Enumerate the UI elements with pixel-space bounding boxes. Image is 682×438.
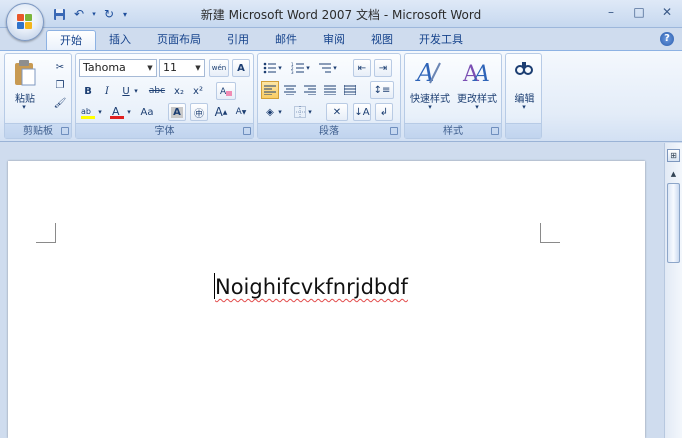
text-highlight-icon[interactable]: ab — [79, 103, 97, 121]
minimize-button[interactable]: – — [600, 2, 622, 22]
sort-icon[interactable]: ↓A — [353, 103, 371, 121]
tab-page-layout[interactable]: 页面布局 — [144, 30, 214, 50]
styles-group-label: 样式 — [405, 123, 501, 138]
tab-view[interactable]: 视图 — [358, 30, 406, 50]
svg-text:A: A — [472, 62, 490, 87]
copy-icon[interactable]: ❐ — [51, 76, 69, 94]
borders-dropdown-icon[interactable]: ▾ — [306, 103, 314, 121]
multilevel-dropdown-icon[interactable]: ▾ — [331, 59, 339, 77]
maximize-button[interactable]: □ — [628, 2, 650, 22]
styles-launcher-icon[interactable] — [491, 127, 499, 135]
scrollbar-thumb[interactable] — [667, 183, 680, 263]
chinese-layout-icon[interactable]: ✕ — [326, 103, 348, 121]
phonetic-guide-button[interactable]: wén — [209, 59, 229, 77]
bullets-dropdown-icon[interactable]: ▾ — [276, 59, 284, 77]
increase-indent-icon[interactable]: ⇥ — [374, 59, 392, 77]
svg-text:A: A — [415, 59, 434, 87]
subscript-button[interactable]: x₂ — [170, 82, 188, 100]
superscript-button[interactable]: x² — [189, 82, 207, 100]
svg-text:3: 3 — [291, 70, 294, 74]
crop-mark-left — [36, 223, 56, 243]
styles-group: A 快速样式 ▾ AA 更改样式 ▾ 样式 — [404, 53, 502, 139]
distributed-icon[interactable] — [341, 81, 359, 99]
font-size-value: 11 — [163, 61, 177, 74]
font-name-combo[interactable]: Tahoma ▼ — [79, 59, 157, 77]
show-formatting-icon[interactable]: ↲ — [375, 103, 393, 121]
font-group: Tahoma ▼ 11 ▼ wén A B I U ▾ abc x₂ x² A … — [75, 53, 254, 139]
format-painter-icon[interactable]: 🖌 — [51, 94, 69, 112]
shading-dropdown-icon[interactable]: ▾ — [276, 103, 284, 121]
paragraph-launcher-icon[interactable] — [390, 127, 398, 135]
font-name-value: Tahoma — [83, 61, 126, 74]
font-color-dropdown-icon[interactable]: ▾ — [125, 103, 133, 121]
window-controls: – □ ✕ — [600, 2, 678, 22]
character-shading-icon[interactable]: A — [168, 103, 186, 121]
clipboard-launcher-icon[interactable] — [61, 127, 69, 135]
title-bar: ↶ ▾ ↻ ▾ 新建 Microsoft Word 2007 文档 - Micr… — [0, 0, 682, 28]
tab-insert[interactable]: 插入 — [96, 30, 144, 50]
paragraph-group: ▾ 123 ▾ ▾ ⇤ ⇥ ↕≡ ◈ ▾ ▾ ✕ ↓A ↲ 段落 — [257, 53, 401, 139]
shrink-font-button[interactable]: A ▼ — [232, 103, 250, 121]
justify-icon[interactable] — [321, 81, 339, 99]
paragraph-group-label: 段落 — [258, 123, 400, 138]
quick-styles-dropdown-icon[interactable]: ▾ — [425, 103, 435, 111]
cut-icon[interactable]: ✂ — [51, 58, 69, 76]
clipboard-group: 粘贴 ▾ ✂ ❐ 🖌 剪贴板 — [4, 53, 72, 139]
change-case-button[interactable]: Aa — [136, 103, 158, 121]
bold-button[interactable]: B — [79, 82, 97, 100]
italic-button[interactable]: I — [98, 82, 116, 100]
ribbon-tabs-row: 开始 插入 页面布局 引用 邮件 审阅 视图 开发工具 ? — [0, 28, 682, 50]
document-page[interactable]: Noighifcvkfnrjdbdf — [8, 161, 645, 438]
svg-text:A: A — [220, 87, 227, 97]
font-color-icon[interactable]: A — [108, 103, 126, 121]
close-button[interactable]: ✕ — [656, 2, 678, 22]
align-center-icon[interactable] — [281, 81, 299, 99]
office-button[interactable] — [6, 3, 44, 41]
change-styles-dropdown-icon[interactable]: ▾ — [472, 103, 482, 111]
tab-mailings[interactable]: 邮件 — [262, 30, 310, 50]
editing-dropdown-icon[interactable]: ▾ — [519, 103, 529, 111]
strikethrough-button[interactable]: abc — [146, 82, 168, 100]
decrease-indent-icon[interactable]: ⇤ — [353, 59, 371, 77]
ribbon: 粘贴 ▾ ✂ ❐ 🖌 剪贴板 Tahoma ▼ 11 ▼ wén A B I U… — [0, 50, 682, 142]
help-icon[interactable]: ? — [660, 32, 674, 46]
align-right-icon[interactable] — [301, 81, 319, 99]
svg-text:ab: ab — [81, 107, 91, 116]
grow-font-button[interactable]: A ▲ — [212, 103, 230, 121]
tab-developer[interactable]: 开发工具 — [406, 30, 476, 50]
tab-review[interactable]: 审阅 — [310, 30, 358, 50]
paste-button[interactable] — [11, 58, 39, 88]
numbering-dropdown-icon[interactable]: ▾ — [304, 59, 312, 77]
window-title: 新建 Microsoft Word 2007 文档 - Microsoft Wo… — [200, 8, 482, 22]
view-ruler-icon[interactable]: ⊞ — [667, 149, 680, 162]
office-logo-icon — [17, 14, 33, 30]
vertical-scrollbar[interactable]: ⊞ ▲ — [664, 143, 682, 438]
crop-mark-right — [540, 223, 560, 243]
align-left-icon[interactable] — [261, 81, 279, 99]
document-workspace: Noighifcvkfnrjdbdf — [0, 143, 682, 438]
document-text[interactable]: Noighifcvkfnrjdbdf — [215, 275, 408, 299]
underline-dropdown-icon[interactable]: ▾ — [131, 82, 141, 100]
clear-formatting-icon[interactable]: A — [216, 82, 236, 100]
highlight-dropdown-icon[interactable]: ▾ — [96, 103, 104, 121]
change-styles-icon[interactable]: AA — [461, 56, 493, 88]
quick-styles-icon[interactable]: A — [413, 56, 445, 88]
line-spacing-icon[interactable]: ↕≡ — [370, 81, 394, 99]
font-size-combo[interactable]: 11 ▼ — [159, 59, 205, 77]
chevron-down-icon: ▼ — [147, 64, 153, 72]
paste-icon — [15, 60, 36, 86]
paste-dropdown-icon[interactable]: ▾ — [19, 103, 29, 111]
scroll-up-icon[interactable]: ▲ — [667, 167, 680, 181]
editing-group: 编辑 ▾ — [505, 53, 542, 139]
tab-home[interactable]: 开始 — [46, 30, 96, 50]
tab-references[interactable]: 引用 — [214, 30, 262, 50]
font-group-label: 字体 — [76, 123, 253, 138]
chevron-down-icon: ▼ — [195, 64, 201, 72]
editing-group-footer — [506, 123, 541, 138]
enclose-characters-icon[interactable]: ㊥ — [190, 103, 208, 121]
font-launcher-icon[interactable] — [243, 127, 251, 135]
ribbon-tabs: 开始 插入 页面布局 引用 邮件 审阅 视图 开发工具 — [46, 30, 476, 50]
character-border-button[interactable]: A — [232, 59, 250, 77]
find-icon[interactable] — [514, 58, 534, 78]
